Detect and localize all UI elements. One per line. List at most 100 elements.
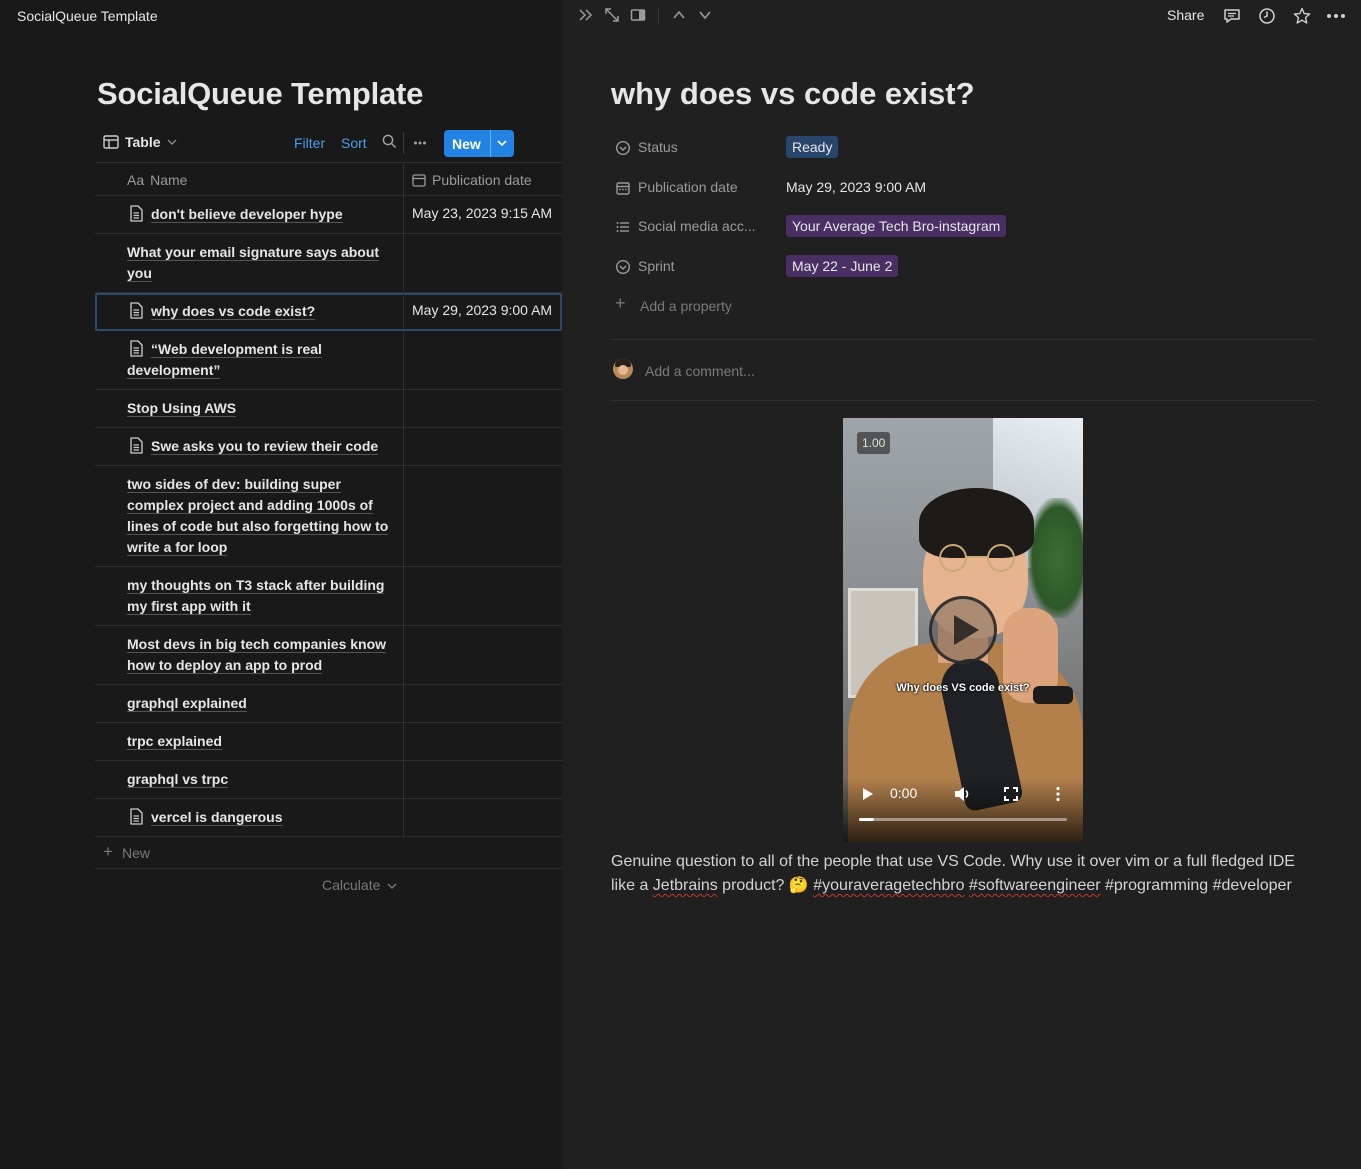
row-name-cell[interactable]: graphql vs trpc bbox=[95, 761, 403, 798]
row-title: “Web development is real development” bbox=[127, 341, 322, 379]
volume-icon[interactable] bbox=[954, 786, 972, 807]
table-row[interactable]: graphql vs trpc bbox=[95, 761, 562, 799]
table-row[interactable]: why does vs code exist? May 29, 2023 9:00… bbox=[95, 293, 562, 331]
history-icon[interactable] bbox=[1258, 7, 1276, 30]
row-date-cell[interactable]: May 29, 2023 9:00 AM bbox=[412, 302, 552, 318]
page-title[interactable]: why does vs code exist? bbox=[611, 76, 975, 112]
add-property-label: Add a property bbox=[640, 298, 732, 314]
table-row[interactable]: vercel is dangerous bbox=[95, 799, 562, 837]
column-divider bbox=[403, 626, 404, 684]
row-title: Most devs in big tech companies know how… bbox=[127, 636, 387, 674]
row-name-cell[interactable]: What your email signature says about you bbox=[95, 234, 403, 292]
chevron-down-icon[interactable] bbox=[494, 134, 510, 152]
property-label: Status bbox=[638, 139, 678, 155]
column-divider bbox=[403, 331, 404, 389]
new-button-label: New bbox=[452, 136, 481, 152]
property-sprint[interactable]: Sprint May 22 - June 2 bbox=[615, 254, 1315, 280]
side-peek-icon[interactable] bbox=[630, 7, 646, 28]
property-label: Sprint bbox=[638, 258, 675, 274]
row-title: graphql explained bbox=[127, 695, 247, 712]
expand-icon[interactable] bbox=[604, 7, 620, 28]
add-row-button[interactable]: + New bbox=[95, 837, 562, 869]
table-row[interactable]: two sides of dev: building super complex… bbox=[95, 466, 562, 567]
new-button[interactable]: New bbox=[444, 130, 514, 157]
hashtag: #youraveragetechbro bbox=[813, 877, 965, 894]
fullscreen-icon[interactable] bbox=[1003, 786, 1019, 807]
page-body-text[interactable]: Genuine question to all of the people th… bbox=[611, 850, 1321, 898]
column-divider bbox=[403, 234, 404, 292]
chevron-down-icon bbox=[167, 139, 177, 145]
row-name-cell[interactable]: Stop Using AWS bbox=[95, 390, 403, 427]
property-publication-date[interactable]: Publication date May 29, 2023 9:00 AM bbox=[615, 175, 1315, 201]
column-divider bbox=[403, 293, 404, 330]
video-controls: 0:00 bbox=[843, 778, 1083, 842]
list-icon bbox=[615, 219, 631, 235]
row-title: Stop Using AWS bbox=[127, 400, 237, 417]
sort-button[interactable]: Sort bbox=[341, 135, 367, 151]
video-more-icon[interactable] bbox=[1055, 786, 1061, 807]
more-options-icon[interactable] bbox=[413, 136, 427, 153]
row-name-cell[interactable]: graphql explained bbox=[95, 685, 403, 722]
chevron-up-icon[interactable] bbox=[671, 7, 687, 28]
database-title[interactable]: SocialQueue Template bbox=[97, 76, 423, 112]
column-divider bbox=[403, 163, 404, 195]
play-icon[interactable] bbox=[861, 786, 875, 807]
property-social-media-account[interactable]: Social media acc... Your Average Tech Br… bbox=[615, 214, 1315, 240]
column-header-publication-date[interactable]: Publication date bbox=[412, 172, 532, 188]
star-icon[interactable] bbox=[1293, 7, 1311, 30]
table-row[interactable]: Stop Using AWS bbox=[95, 390, 562, 428]
row-title: Swe asks you to review their code bbox=[151, 438, 379, 455]
property-status[interactable]: Status Ready bbox=[615, 135, 1315, 161]
search-icon[interactable] bbox=[382, 134, 397, 152]
table-row[interactable]: trpc explained bbox=[95, 723, 562, 761]
row-name-cell[interactable]: my thoughts on T3 stack after building m… bbox=[95, 567, 403, 625]
comment-icon[interactable] bbox=[1223, 7, 1241, 30]
table-row[interactable]: Swe asks you to review their code bbox=[95, 428, 562, 466]
publication-date-value[interactable]: May 29, 2023 9:00 AM bbox=[786, 179, 926, 195]
page-icon bbox=[130, 302, 143, 319]
row-title: What your email signature says about you bbox=[127, 244, 380, 282]
calculate-button[interactable]: Calculate bbox=[322, 877, 397, 893]
playback-speed-badge[interactable]: 1.00 bbox=[857, 432, 891, 454]
chevron-down-icon[interactable] bbox=[697, 7, 713, 28]
table-row[interactable]: graphql explained bbox=[95, 685, 562, 723]
comment-input[interactable]: Add a comment... bbox=[613, 359, 1113, 383]
current-time: 0:00 bbox=[890, 785, 918, 801]
double-chevron-right-icon[interactable] bbox=[578, 7, 594, 28]
status-badge[interactable]: Ready bbox=[786, 136, 839, 158]
column-divider bbox=[403, 567, 404, 625]
filter-button[interactable]: Filter bbox=[294, 135, 325, 151]
table-icon bbox=[103, 135, 119, 149]
window-title: SocialQueue Template bbox=[17, 8, 158, 24]
column-divider bbox=[403, 761, 404, 798]
row-name-cell[interactable]: two sides of dev: building super complex… bbox=[95, 466, 403, 566]
row-name-cell[interactable]: Most devs in big tech companies know how… bbox=[95, 626, 403, 684]
row-name-cell[interactable]: trpc explained bbox=[95, 723, 403, 760]
column-header-name[interactable]: Aa Name bbox=[127, 172, 187, 188]
table-row[interactable]: my thoughts on T3 stack after building m… bbox=[95, 567, 562, 626]
row-title: my thoughts on T3 stack after building m… bbox=[127, 577, 385, 615]
calendar-icon bbox=[615, 180, 631, 196]
row-title: two sides of dev: building super complex… bbox=[127, 476, 389, 556]
table-row[interactable]: don't believe developer hype May 23, 2023… bbox=[95, 196, 562, 234]
table-row[interactable]: What your email signature says about you bbox=[95, 234, 562, 293]
column-divider bbox=[403, 196, 404, 233]
row-title: graphql vs trpc bbox=[127, 771, 229, 788]
column-divider bbox=[403, 390, 404, 427]
sprint-tag[interactable]: May 22 - June 2 bbox=[786, 255, 899, 277]
video-player[interactable]: 1.00 Why does VS code exist? 0:00 bbox=[843, 418, 1083, 842]
view-selector[interactable]: Table bbox=[103, 134, 177, 150]
share-button[interactable]: Share bbox=[1167, 7, 1204, 23]
table-row[interactable]: Most devs in big tech companies know how… bbox=[95, 626, 562, 685]
peek-topbar: Share bbox=[562, 0, 1361, 32]
row-date-cell[interactable]: May 23, 2023 9:15 AM bbox=[412, 205, 552, 221]
table-row[interactable]: “Web development is real development” bbox=[95, 331, 562, 390]
page-peek-pane: Share why does vs code exist? Status Rea… bbox=[562, 0, 1361, 1169]
social-media-tag[interactable]: Your Average Tech Bro-instagram bbox=[786, 215, 1007, 237]
more-icon[interactable] bbox=[1326, 8, 1346, 29]
video-progress-bar[interactable] bbox=[859, 818, 1067, 821]
play-icon[interactable] bbox=[929, 596, 997, 664]
column-divider bbox=[403, 799, 404, 836]
video-caption: Why does VS code exist? bbox=[896, 682, 1030, 694]
column-divider bbox=[403, 428, 404, 465]
